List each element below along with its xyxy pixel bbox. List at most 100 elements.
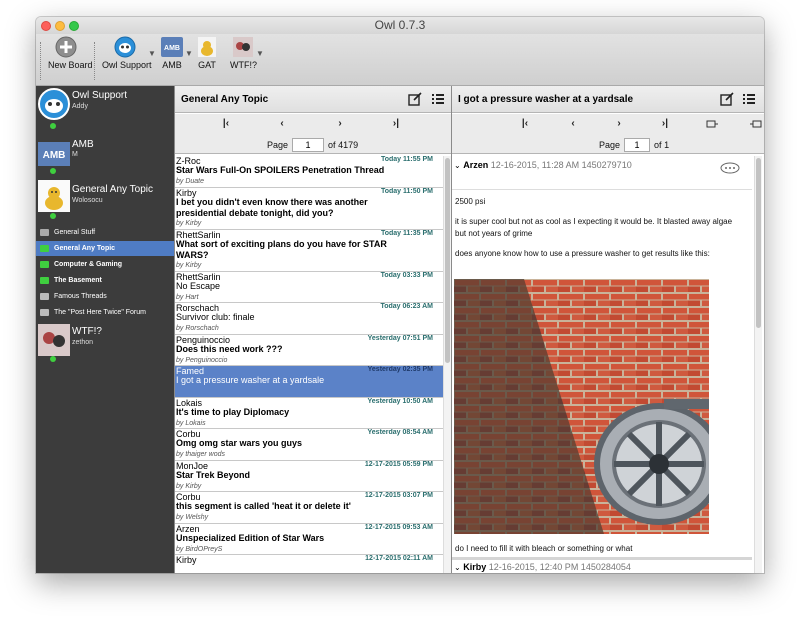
online-status-dot — [50, 356, 56, 362]
first-page-button[interactable]: |‹ — [219, 118, 233, 129]
window-title: Owl 0.7.3 — [374, 18, 426, 32]
thread-date: Yesterday 02:35 PM — [367, 366, 433, 373]
page-number-input[interactable] — [624, 138, 651, 152]
forum-general-stuff[interactable]: General Stuff — [36, 225, 174, 240]
account-wtf[interactable]: WTF!? zethon — [36, 322, 174, 366]
chevron-down-icon[interactable]: ▼ — [185, 49, 193, 58]
close-window-button[interactable] — [41, 21, 51, 31]
thread-row[interactable]: Lokais Yesterday 10:50 AM It's time to pla… — [175, 398, 443, 429]
forum-icon — [40, 293, 49, 300]
thread-row[interactable]: Corbu Yesterday 08:54 AM Omg omg star wars… — [175, 429, 443, 461]
thread-row[interactable]: Penguinoccio Yesterday 07:51 PM Does this … — [175, 334, 443, 366]
forum-famous-threads[interactable]: Famous Threads — [36, 289, 174, 304]
prev-page-button[interactable]: ‹ — [566, 118, 580, 129]
thread-date: 12-17-2015 05:59 PM — [364, 460, 433, 468]
thread-starter: by Hart — [176, 293, 199, 301]
thread-row[interactable]: Rorschach Today 06:23 AM Survivor club: fi… — [175, 303, 443, 335]
thread-date: Today 11:55 PM — [380, 156, 433, 163]
scroll-thumb[interactable] — [445, 158, 450, 363]
account-general-any-topic[interactable]: General Any Topic Wolosocu — [36, 176, 174, 220]
thread-row[interactable]: Famed Yesterday 02:35 PM I got a pressure … — [175, 366, 443, 398]
thread-title: I bet you didn't even know there was ano… — [176, 196, 368, 207]
toolbar: New Board Owl Support ▼ AMB AMB ▼ GAT WT… — [36, 34, 764, 86]
next-page-button[interactable]: › — [333, 118, 347, 129]
amb-board-button[interactable]: AMB AMB — [160, 36, 184, 70]
thread-starter: by Kirby — [176, 261, 202, 269]
thread-starter: by Rorschach — [176, 325, 219, 332]
reply-icon[interactable] — [720, 92, 734, 106]
post-author[interactable]: Kirby — [463, 562, 486, 572]
post-scrollbar[interactable] — [754, 156, 762, 573]
owl-icon — [114, 36, 136, 58]
thread-title: What sort of exciting plans do you have … — [176, 238, 387, 249]
zoom-window-button[interactable] — [69, 21, 79, 31]
thread-starter: by Penguinoccio — [176, 356, 228, 364]
forum-post-here-twice[interactable]: The "Post Here Twice" Forum — [36, 305, 174, 320]
thread-list-scrollbar[interactable] — [443, 156, 451, 573]
thread-title: No Escape — [176, 280, 221, 291]
jump-to-newest-icon[interactable] — [706, 119, 718, 129]
gat-board-button[interactable]: GAT — [195, 36, 219, 70]
svg-text:AMB: AMB — [164, 45, 180, 52]
thread-starter: by Lokais — [176, 419, 206, 427]
speech-bubble-icon[interactable] — [720, 162, 740, 174]
post-content: ⌄ Arzen 12-16-2015, 11:28 AM 1450279710 … — [452, 156, 754, 573]
thread-title: I got a pressure washer at a yardsale — [176, 375, 325, 385]
thread-row[interactable]: Z-Roc Today 11:55 PM Star Wars Full-On SPO… — [175, 156, 443, 188]
page-number-input[interactable] — [292, 138, 325, 152]
list-options-icon[interactable] — [742, 92, 756, 106]
online-status-dot — [50, 213, 56, 219]
thread-pane-header: General Any Topic — [175, 86, 451, 113]
next-page-button[interactable]: › — [612, 118, 626, 129]
post-meta: 12-16-2015, 11:28 AM 1450279710 — [490, 160, 632, 170]
thread-row[interactable]: Corbu 12-17-2015 03:07 PM this segment is … — [175, 492, 443, 524]
thread-title: Unspecialized Edition of Star Wars — [176, 532, 325, 543]
thread-date: Today 11:35 PM — [380, 229, 433, 237]
thread-title: Survivor club: finale — [176, 312, 255, 322]
post-image[interactable] — [454, 279, 709, 534]
collapse-chevron-icon[interactable]: ⌄ — [454, 161, 461, 170]
post-divider — [452, 557, 752, 560]
account-amb[interactable]: AMB AMB M — [36, 132, 174, 176]
compose-icon[interactable] — [408, 92, 422, 106]
app-window: Owl 0.7.3 New Board Owl Support ▼ AMB AM… — [36, 17, 764, 573]
tag-icon — [40, 229, 49, 236]
forum-computer-gaming[interactable]: Computer & Gaming — [36, 257, 174, 272]
thread-row[interactable]: RhettSarlin Today 03:33 PM No Escape by Har… — [175, 272, 443, 303]
list-options-icon[interactable] — [431, 92, 445, 106]
thread-row[interactable]: Arzen 12-17-2015 09:53 AM Unspecialized Ed… — [175, 524, 443, 555]
prev-page-button[interactable]: ‹ — [275, 118, 289, 129]
post-text-line: does anyone know how to use a pressure w… — [455, 249, 710, 258]
new-board-button[interactable]: New Board — [48, 36, 93, 70]
thread-title: Omg omg star wars you guys — [176, 438, 303, 448]
chevron-down-icon[interactable]: ▼ — [256, 49, 264, 58]
minimize-window-button[interactable] — [55, 21, 65, 31]
forum-icon — [40, 245, 49, 252]
account-owl-support[interactable]: Owl Support Addy — [36, 86, 174, 132]
toolbar-separator — [94, 42, 95, 80]
last-page-button[interactable]: ›| — [389, 118, 403, 129]
forum-general-any-topic[interactable]: General Any Topic — [36, 241, 174, 256]
thread-date: Yesterday 07:51 PM — [367, 334, 433, 342]
thread-list-pane: General Any Topic |‹ ‹ › ›| Pageof 4179 … — [174, 86, 452, 573]
forum-the-basement[interactable]: The Basement — [36, 273, 174, 288]
first-page-button[interactable]: |‹ — [518, 118, 532, 129]
thread-row[interactable]: RhettSarlin Today 11:35 PM What sort of ex… — [175, 230, 443, 272]
jump-to-unread-icon[interactable] — [750, 119, 762, 129]
wtf-board-button[interactable]: WTF!? — [230, 36, 257, 70]
post-pager-bar: |‹ ‹ › ›| Pageof 1 — [452, 114, 764, 154]
collapse-chevron-icon[interactable]: ⌄ — [454, 563, 461, 572]
forum-icon — [40, 277, 49, 284]
thread-row[interactable]: MonJoe 12-17-2015 05:59 PM Star Trek Beyon… — [175, 460, 443, 492]
post-author[interactable]: Arzen — [463, 160, 488, 170]
last-page-button[interactable]: ›| — [658, 118, 672, 129]
owl-support-board-button[interactable]: Owl Support — [102, 36, 152, 70]
thread-date: 12-17-2015 03:07 PM — [364, 492, 433, 499]
thread-row[interactable]: Kirby Today 11:50 PM I bet you didn't even… — [175, 188, 443, 230]
thread-row[interactable]: Kirby 12-17-2015 02:11 AM — [175, 555, 443, 573]
page-indicator: Pageof 1 — [599, 138, 669, 152]
thread-starter: by thaiger wods — [176, 451, 226, 458]
post-text-line: 2500 psi — [455, 197, 486, 206]
chevron-down-icon[interactable]: ▼ — [148, 49, 156, 58]
scroll-thumb[interactable] — [756, 158, 761, 328]
